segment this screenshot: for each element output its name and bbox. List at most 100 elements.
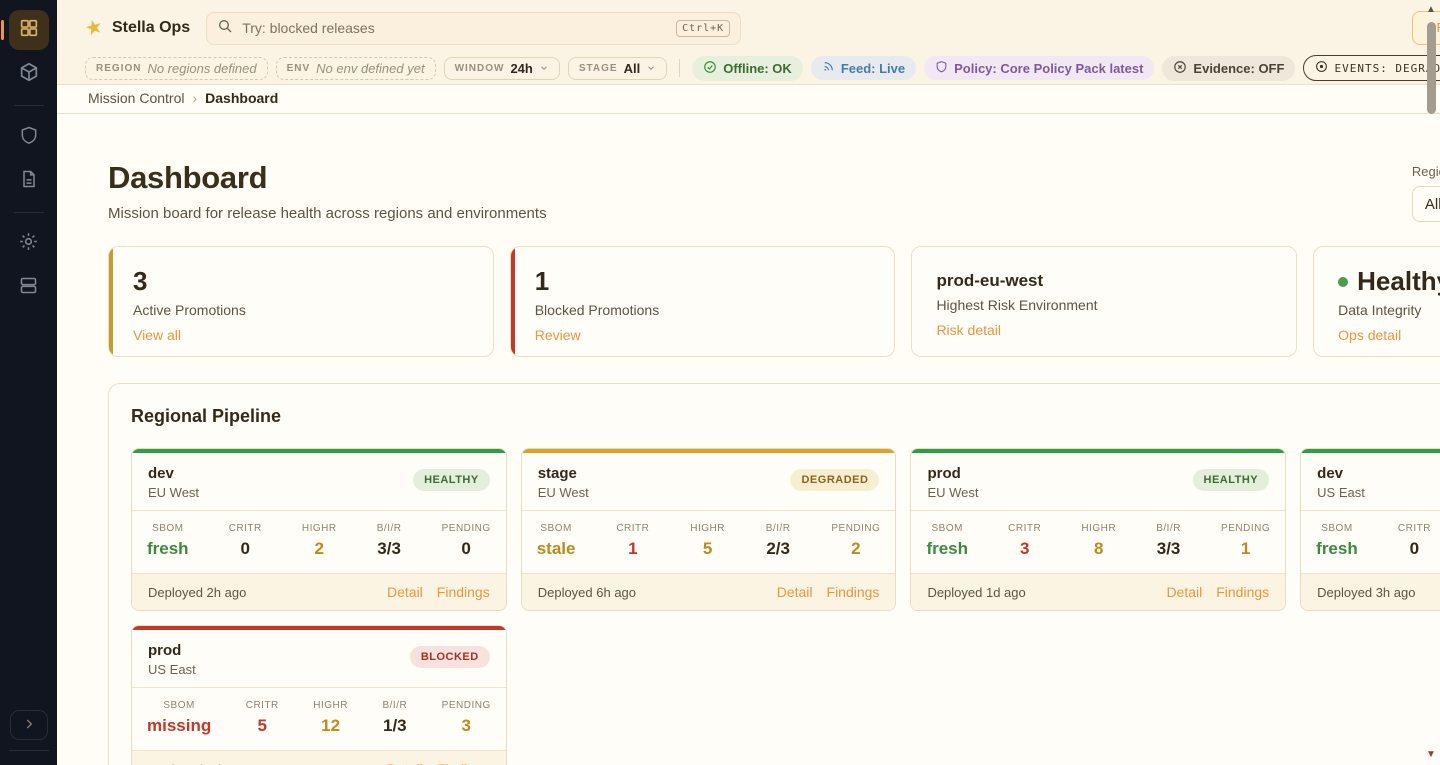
accent-bar (109, 247, 113, 356)
bir-value: 3/3 (377, 539, 402, 559)
chevron-down-icon (539, 61, 549, 76)
accent-bar (511, 247, 515, 356)
deployed-label: Deployed 3d ago (148, 762, 246, 765)
sidebar-item-security[interactable] (9, 117, 49, 157)
env-name: prod (927, 465, 978, 482)
stage-chip[interactable]: STAGE All (568, 57, 667, 80)
active-indicator (1, 20, 4, 40)
brand-name: Stella Ops (112, 19, 190, 37)
context-divider (679, 59, 680, 77)
metric-header: HIGHR (690, 523, 725, 534)
feed-status-pill[interactable]: Feed: Live (811, 56, 916, 80)
sidebar-item-dashboard[interactable] (9, 10, 49, 50)
findings-link[interactable]: Findings (1216, 584, 1269, 600)
critr-value: 1 (616, 539, 649, 559)
env-card-dev-us-east: dev US East HEALTHY SBOMfresh CRITR0 HIG… (1300, 448, 1440, 611)
bir-value: 3/3 (1156, 539, 1181, 559)
sbom-value: stale (537, 539, 576, 559)
findings-link[interactable]: Findings (827, 584, 880, 600)
events-status-pill[interactable]: EVENTS: DEGRADED (1303, 55, 1440, 81)
detail-link[interactable]: Detail (1166, 584, 1202, 600)
window-scrollbar[interactable]: ▲ ▼ (1422, 0, 1440, 765)
feed-status-label: Feed: Live (841, 61, 905, 76)
metric-header: B/I/R (377, 523, 402, 534)
regional-pipeline-panel: Regional Pipeline All environments dev E… (108, 383, 1440, 765)
findings-link[interactable]: Findings (437, 584, 490, 600)
deployed-label: Deployed 6h ago (538, 585, 636, 600)
detail-link[interactable]: Detail (387, 761, 423, 765)
stat-card-blocked-promotions: 1 Blocked Promotions Review (510, 246, 896, 357)
region-chip-label: REGION (96, 63, 141, 74)
highr-value: 5 (690, 539, 725, 559)
offline-status-pill[interactable]: Offline: OK (692, 56, 803, 81)
deployed-label: Deployed 3h ago (1317, 585, 1415, 600)
policy-pill[interactable]: Policy: Core Policy Pack latest (924, 56, 1154, 80)
breadcrumb-mission-control[interactable]: Mission Control (88, 90, 184, 106)
policy-label: Policy: Core Policy Pack latest (954, 61, 1143, 76)
sidebar-item-documents[interactable] (9, 161, 49, 201)
circle-dot-icon (1315, 60, 1328, 76)
sidebar-item-settings[interactable] (9, 224, 49, 264)
chevron-right-icon (22, 717, 36, 734)
risk-detail-link[interactable]: Risk detail (936, 322, 1001, 338)
check-circle-icon (703, 60, 717, 77)
metric-header: PENDING (1221, 523, 1270, 534)
review-link[interactable]: Review (535, 327, 581, 343)
env-name: dev (1317, 465, 1365, 482)
app-root: ★ Stella Ops Ctrl+K CREATE RELEASE (0, 0, 1440, 765)
global-search[interactable]: Ctrl+K (206, 12, 741, 45)
env-chip-value: No env defined yet (316, 61, 424, 76)
regional-pipeline-title: Regional Pipeline (131, 406, 281, 427)
window-chip[interactable]: WINDOW 24h (444, 57, 560, 80)
stat-label: Active Promotions (133, 302, 469, 318)
view-all-link[interactable]: View all (133, 327, 181, 343)
env-chip[interactable]: ENV No env defined yet (276, 57, 436, 80)
rss-icon (822, 60, 835, 76)
scroll-up-icon[interactable]: ▲ (1426, 4, 1436, 16)
sidebar (0, 0, 57, 765)
stat-value: prod-eu-west (936, 267, 1272, 291)
critr-value: 5 (246, 716, 279, 736)
stage-chip-value: All (624, 61, 641, 76)
search-icon (217, 18, 233, 39)
grid-icon (18, 17, 40, 44)
env-card-stage-eu-west: stage EU West DEGRADED SBOMstale CRITR1 … (521, 448, 897, 611)
env-card-prod-eu-west: prod EU West HEALTHY SBOMfresh CRITR3 HI… (910, 448, 1286, 611)
scroll-thumb[interactable] (1427, 22, 1436, 114)
stat-card-active-promotions: 3 Active Promotions View all (108, 246, 494, 357)
metric-header: CRITR (229, 523, 262, 534)
env-name: dev (148, 465, 199, 482)
sbom-value: fresh (147, 539, 189, 559)
metric-header: CRITR (246, 700, 279, 711)
page-title: Dashboard (108, 160, 547, 196)
detail-link[interactable]: Detail (777, 584, 813, 600)
metric-header: SBOM (926, 523, 968, 534)
stat-value: 1 (535, 267, 871, 296)
sidebar-expand-button[interactable] (10, 710, 48, 740)
deployed-label: Deployed 1d ago (927, 585, 1025, 600)
evidence-pill[interactable]: Evidence: OFF (1162, 56, 1295, 81)
gear-icon (18, 231, 39, 257)
detail-link[interactable]: Detail (387, 584, 423, 600)
metric-header: HIGHR (313, 700, 348, 711)
findings-link[interactable]: Findings (437, 761, 490, 765)
highr-value: 8 (1081, 539, 1116, 559)
pending-value: 2 (831, 539, 880, 559)
document-icon (19, 169, 39, 194)
sidebar-item-infrastructure[interactable] (9, 268, 49, 308)
bir-value: 1/3 (382, 716, 407, 736)
breadcrumb-dashboard: Dashboard (205, 90, 278, 106)
breadcrumb: Mission Control › Dashboard (57, 85, 1440, 114)
env-region: EU West (148, 485, 199, 500)
ops-detail-link[interactable]: Ops detail (1338, 327, 1401, 343)
scroll-down-icon[interactable]: ▼ (1426, 749, 1436, 761)
sidebar-item-packages[interactable] (9, 54, 49, 94)
env-region: EU West (927, 485, 978, 500)
breadcrumb-separator-icon: › (192, 90, 197, 106)
search-input[interactable] (242, 20, 667, 36)
sbom-value: missing (147, 716, 211, 736)
env-region: EU West (538, 485, 589, 500)
circle-x-icon (1173, 60, 1187, 77)
region-chip[interactable]: REGION No regions defined (85, 57, 268, 80)
metric-header: CRITR (616, 523, 649, 534)
